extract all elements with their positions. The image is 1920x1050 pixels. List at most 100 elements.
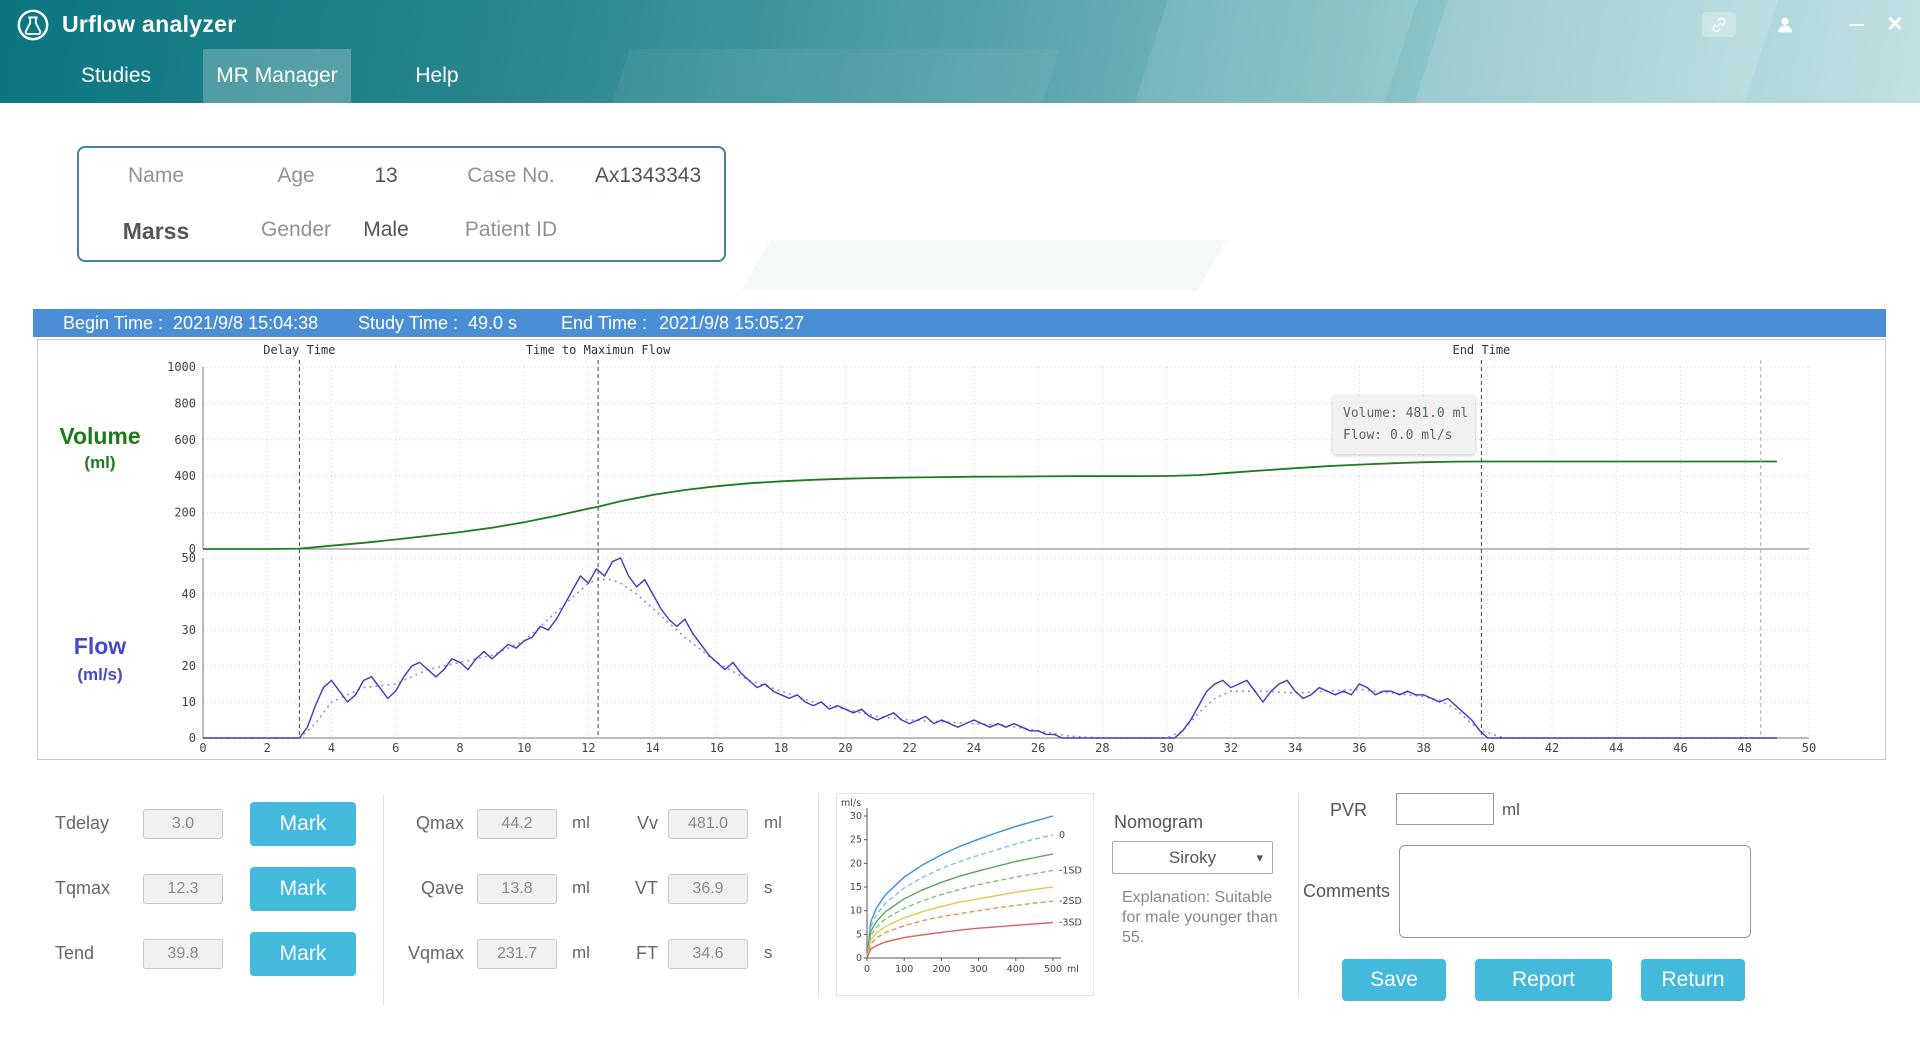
pvr-input[interactable]	[1396, 793, 1494, 825]
svg-text:100: 100	[895, 964, 913, 975]
svg-text:400: 400	[1007, 964, 1025, 975]
link-button[interactable]	[1702, 12, 1736, 37]
minimize-icon	[1848, 23, 1864, 26]
svg-text:34: 34	[1288, 741, 1302, 755]
svg-text:36: 36	[1352, 741, 1366, 755]
report-button[interactable]: Report	[1475, 959, 1612, 1001]
mark-tend-button[interactable]: Mark	[250, 932, 356, 976]
return-button[interactable]: Return	[1641, 959, 1745, 1001]
pvr-unit: ml	[1502, 800, 1520, 819]
svg-text:0: 0	[864, 964, 870, 975]
ft-label: FT	[636, 943, 658, 963]
svg-text:40: 40	[1481, 741, 1495, 755]
qmax-field[interactable]	[477, 809, 557, 839]
svg-text:24: 24	[967, 741, 981, 755]
nomogram-select[interactable]: Siroky ▾	[1112, 841, 1273, 874]
tooltip-flow-line: Flow: 0.0 ml/s	[1343, 428, 1453, 444]
mark-tdelay-button[interactable]: Mark	[250, 802, 356, 846]
close-icon: ✕	[1886, 13, 1904, 36]
svg-text:15: 15	[850, 882, 862, 893]
uroflow-chart: Volume (ml) Flow (ml/s) 0 2 4 6 8 10 12 14 16 18 2…	[59, 343, 1816, 755]
svg-text:2: 2	[264, 741, 271, 755]
svg-text:25: 25	[850, 835, 862, 846]
results-panel: Tdelay Mark Tqmax Mark Tend Mark Qmax ml…	[0, 760, 1920, 1050]
study-time-value: 49.0 s	[468, 313, 518, 333]
menu-item-studies[interactable]: Studies	[60, 49, 172, 103]
svg-text:48: 48	[1738, 741, 1752, 755]
vqmax-unit: ml	[572, 943, 590, 962]
svg-text:10: 10	[182, 695, 196, 709]
qmax-label: Qmax	[415, 813, 464, 833]
svg-text:20: 20	[838, 741, 852, 755]
svg-text:4: 4	[328, 741, 335, 755]
user-button[interactable]	[1770, 10, 1800, 39]
patient-info-box: Name Marss Age Gender 13 Male Case No. P…	[77, 146, 726, 262]
svg-text:12: 12	[581, 741, 595, 755]
svg-text:18: 18	[774, 741, 788, 755]
chevron-down-icon: ▾	[1256, 850, 1263, 865]
tooltip-volume-line: Volume: 481.0 ml	[1343, 406, 1469, 421]
vv-label: Vv	[636, 813, 658, 833]
background-watermark	[741, 240, 1227, 290]
study-time-label: Study Time :	[358, 313, 459, 333]
begin-time-label: Begin Time :	[63, 313, 164, 333]
tqmax-label: Tqmax	[55, 878, 111, 898]
svg-text:22: 22	[902, 741, 916, 755]
patient-case-value: Ax1343343	[594, 164, 702, 187]
vt-field[interactable]	[668, 874, 748, 904]
qave-field[interactable]	[477, 874, 557, 904]
patient-name-label: Name	[127, 164, 185, 187]
svg-text:-1SD: -1SD	[1059, 865, 1082, 876]
svg-text:Delay Time: Delay Time	[263, 343, 335, 357]
app-window: Urflow analyzer ✕ Studies MR Manager Hel…	[0, 0, 1920, 1050]
vv-unit: ml	[764, 813, 782, 832]
menu-item-mr-manager[interactable]: MR Manager	[203, 49, 351, 103]
vqmax-field[interactable]	[477, 939, 557, 969]
tend-label: Tend	[55, 943, 95, 963]
volume-axis-unit: (ml)	[84, 453, 115, 472]
svg-text:ml: ml	[1067, 964, 1079, 975]
svg-text:20: 20	[182, 659, 196, 673]
tdelay-field[interactable]	[143, 809, 223, 839]
nomogram-chart: 0 100 200 300 400 500 0 5 10 15 20 25 30 ml/s ml 0 -1SD -…	[841, 798, 1082, 975]
tend-field[interactable]	[143, 939, 223, 969]
link-icon	[1712, 17, 1726, 32]
begin-time-value: 2021/9/8 15:04:38	[173, 313, 319, 333]
svg-text:ml/s: ml/s	[841, 798, 861, 809]
svg-text:0: 0	[189, 731, 196, 745]
svg-text:10: 10	[850, 906, 862, 917]
comments-label: Comments	[1303, 881, 1391, 901]
svg-text:32: 32	[1224, 741, 1238, 755]
patient-id-label: Patient ID	[464, 218, 558, 241]
svg-text:5: 5	[856, 929, 862, 940]
mark-tqmax-button[interactable]: Mark	[250, 867, 356, 911]
tqmax-field[interactable]	[143, 874, 223, 904]
study-time-bar: Begin Time : 2021/9/8 15:04:38 Study Tim…	[33, 309, 1886, 337]
patient-name-value: Marss	[122, 218, 190, 244]
ft-unit: s	[764, 943, 773, 962]
svg-text:30: 30	[1159, 741, 1173, 755]
end-time-label: End Time :	[561, 313, 648, 333]
svg-text:10: 10	[517, 741, 531, 755]
flow-axis-unit: (ml/s)	[77, 665, 122, 684]
close-button[interactable]: ✕	[1880, 0, 1910, 49]
menu-item-help[interactable]: Help	[391, 49, 483, 103]
vv-field[interactable]	[668, 809, 748, 839]
svg-text:Time to Maximun Flow: Time to Maximun Flow	[526, 343, 671, 357]
svg-text:50: 50	[182, 551, 196, 565]
comments-textarea[interactable]	[1399, 845, 1751, 938]
app-title: Urflow analyzer	[62, 11, 237, 37]
minimize-button[interactable]	[1843, 0, 1869, 49]
svg-text:30: 30	[850, 811, 862, 822]
menubar: Studies MR Manager Help	[0, 49, 1920, 103]
flow-axis-title: Flow	[74, 633, 126, 659]
nomogram-chart-box: 0 100 200 300 400 500 0 5 10 15 20 25 30 ml/s ml 0 -1SD -…	[836, 793, 1094, 996]
svg-text:40: 40	[182, 587, 196, 601]
svg-text:500: 500	[1044, 964, 1062, 975]
svg-text:8: 8	[456, 741, 463, 755]
save-button[interactable]: Save	[1342, 959, 1446, 1001]
ft-field[interactable]	[668, 939, 748, 969]
vqmax-label: Vqmax	[407, 943, 464, 963]
svg-text:600: 600	[174, 433, 196, 447]
svg-text:400: 400	[174, 469, 196, 483]
